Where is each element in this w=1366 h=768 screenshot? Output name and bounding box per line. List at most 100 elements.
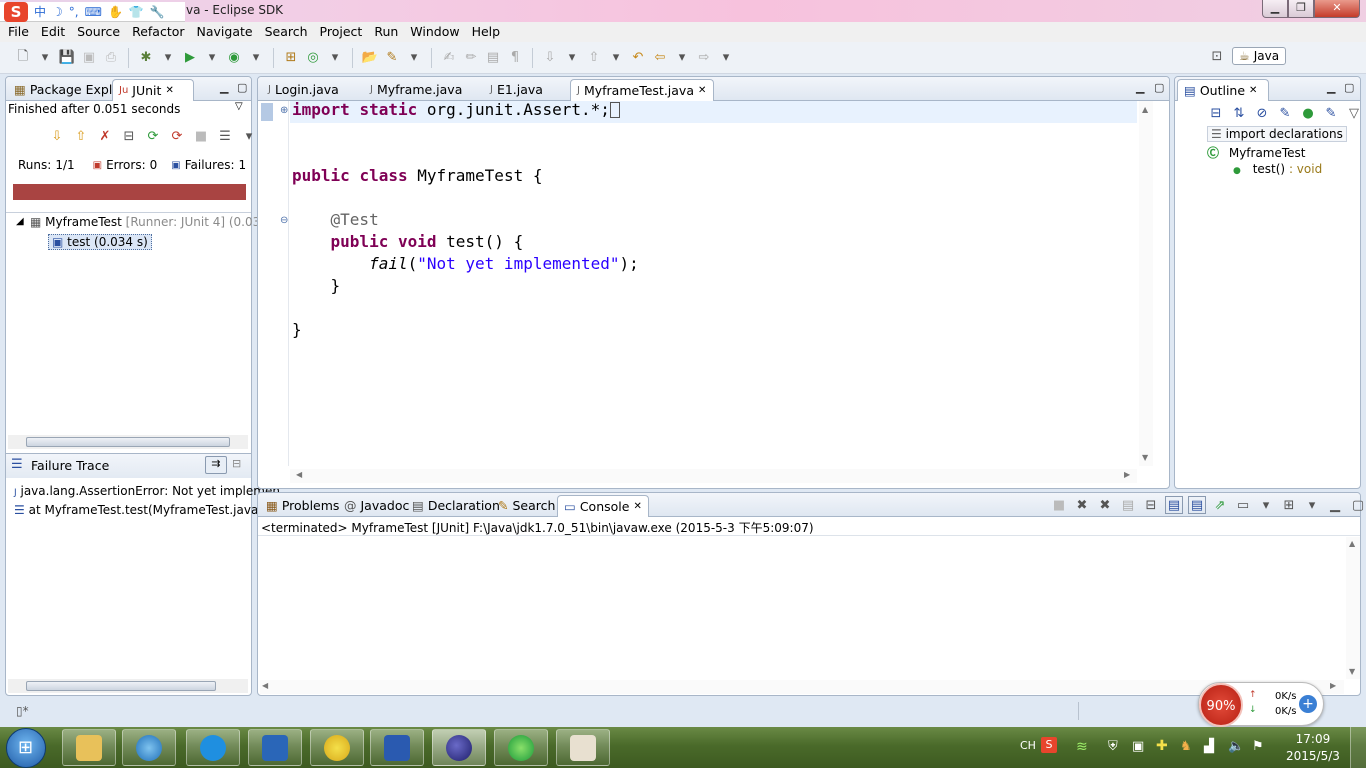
dropdown-icon[interactable]: ▾ (673, 49, 691, 67)
wrench-icon[interactable]: 🔧 (150, 5, 165, 19)
taskbar-word[interactable] (370, 729, 424, 766)
hide-fields-icon[interactable]: ⊘ (1253, 104, 1271, 122)
horizontal-scrollbar[interactable] (8, 679, 248, 693)
network-monitor-widget[interactable]: 90% ↑ ↓ 0K/s 0K/s + (1198, 682, 1324, 727)
dropdown-icon[interactable]: ▾ (717, 49, 735, 67)
forward-icon[interactable]: ⇨ (695, 49, 713, 67)
minimize-editor-icon[interactable]: ▁ (1136, 81, 1144, 94)
dropdown-icon[interactable]: ▾ (563, 49, 581, 67)
maximize-editor-icon[interactable]: ▢ (1154, 81, 1164, 94)
trace-line-exception[interactable]: J java.lang.AssertionError: Not yet impl… (14, 484, 280, 498)
ime-toolbar[interactable]: S 中 ☽ °, ⌨ ✋ 👕 🔧 (0, 1, 185, 22)
scroll-thumb[interactable] (26, 681, 216, 691)
annotation-icon[interactable]: ✍ (440, 49, 458, 67)
tab-javadoc[interactable]: @ Javadoc (338, 495, 409, 517)
show-stdout-icon[interactable]: ▤ (1165, 496, 1183, 514)
maximize-button[interactable]: ❐ (1288, 0, 1314, 18)
dropdown-icon[interactable]: ▾ (405, 49, 423, 67)
print-icon[interactable]: ⎙ (102, 49, 120, 67)
show-failures-only-icon[interactable]: ✗ (96, 127, 114, 145)
sogou-icon[interactable]: S (4, 1, 28, 22)
ime-lang[interactable]: 中 (34, 3, 46, 20)
search-icon[interactable]: ✎ (383, 49, 401, 67)
close-tab-icon[interactable]: ✕ (633, 497, 641, 517)
collapse-all-icon[interactable]: ⊟ (1207, 104, 1225, 122)
close-tab-icon[interactable]: ✕ (165, 81, 173, 101)
language-indicator[interactable]: CH (1020, 739, 1036, 752)
remove-launch-icon[interactable]: ✖ (1073, 496, 1091, 514)
next-annotation-icon[interactable]: ⇩ (541, 49, 559, 67)
tab-outline[interactable]: ▤ Outline ✕ (1177, 79, 1269, 101)
sort-icon[interactable]: ⇅ (1230, 104, 1248, 122)
compare-icon[interactable]: ⊟ (232, 457, 241, 470)
prev-failure-icon[interactable]: ⇧ (72, 127, 90, 145)
vertical-scrollbar[interactable]: ▲ ▼ (1139, 101, 1153, 466)
sogou-tray-icon[interactable]: S (1041, 737, 1057, 753)
stop-icon[interactable]: ■ (192, 127, 210, 145)
new-package-icon[interactable]: ⊞ (282, 49, 300, 67)
java-perspective-button[interactable]: ☕ Java (1232, 47, 1287, 65)
horizontal-scrollbar[interactable]: ◀ ▶ (290, 469, 1137, 483)
tab-package-explorer[interactable]: ▦ Package Explor (8, 79, 125, 101)
scroll-up-icon[interactable]: ▲ (1142, 105, 1148, 114)
shield-icon[interactable]: ⛨ (1108, 739, 1118, 754)
trace-line-frame[interactable]: ☰ at MyframeTest.test(MyframeTest.java:1… (14, 503, 278, 517)
moon-icon[interactable]: ☽ (52, 5, 63, 19)
signal-icon[interactable]: ▟ (1204, 739, 1214, 754)
flag-icon[interactable]: ⚑ (1252, 739, 1264, 754)
tree-root-row[interactable]: ▦ MyframeTest [Runner: JUnit 4] (0.034 s (30, 215, 278, 229)
terminate-icon[interactable]: ■ (1050, 496, 1068, 514)
vertical-scrollbar[interactable]: ▲ ▼ (1346, 537, 1360, 679)
tree-child-row[interactable]: ▣ test (0.034 s) (48, 234, 152, 250)
next-failure-icon[interactable]: ⇩ (48, 127, 66, 145)
tab-console[interactable]: ▭ Console ✕ (557, 495, 649, 517)
plus-icon[interactable]: + (1299, 695, 1317, 713)
tab-junit[interactable]: Ju JUnit ✕ (112, 79, 194, 101)
scroll-lock-icon[interactable]: ⊟ (1142, 496, 1160, 514)
start-button[interactable]: ⊞ (6, 728, 46, 768)
hide-nonpublic-icon[interactable]: ● (1299, 104, 1317, 122)
mark-icon[interactable]: ✏ (462, 49, 480, 67)
save-all-icon[interactable]: ▣ (80, 49, 98, 67)
run-icon[interactable]: ▶ (181, 49, 199, 67)
scroll-down-icon[interactable]: ▼ (1349, 667, 1355, 676)
scroll-left-icon[interactable]: ◀ (262, 681, 268, 690)
menu-file[interactable]: File (2, 22, 35, 42)
show-desktop-button[interactable] (1350, 727, 1366, 768)
paragraph-icon[interactable]: ¶ (506, 49, 524, 67)
keyboard-icon[interactable]: ⌨ (85, 5, 102, 19)
scroll-up-icon[interactable]: ▲ (1349, 539, 1355, 548)
horizontal-scrollbar[interactable] (8, 435, 248, 449)
qq-icon[interactable]: ♞ (1180, 739, 1192, 754)
horizontal-scrollbar[interactable]: ◀ ▶ (260, 680, 1344, 694)
dropdown-icon[interactable]: ▾ (326, 49, 344, 67)
add-icon[interactable]: ✚ (1156, 738, 1168, 754)
minimize-view-icon[interactable]: ▁ (220, 81, 228, 94)
dropdown-icon[interactable]: ▾ (159, 49, 177, 67)
taskbar-film[interactable] (248, 729, 302, 766)
tab-e1-java[interactable]: J E1.java (484, 79, 570, 101)
debug-icon[interactable]: ✱ (137, 49, 155, 67)
taskbar-browser[interactable] (494, 729, 548, 766)
hide-static-icon[interactable]: ✎ (1276, 104, 1294, 122)
new-icon[interactable]: 🗋 (14, 49, 32, 67)
wifi-icon[interactable]: ≋ (1076, 739, 1088, 755)
back-icon[interactable]: ⇦ (651, 49, 669, 67)
coverage-icon[interactable]: ◉ (225, 49, 243, 67)
maximize-view-icon[interactable]: ▢ (1344, 81, 1354, 94)
clear-console-icon[interactable]: ▤ (1119, 496, 1137, 514)
close-tab-icon[interactable]: ✕ (698, 81, 706, 101)
hand-icon[interactable]: ✋ (108, 5, 123, 19)
dropdown-icon[interactable]: ▾ (1303, 496, 1321, 514)
dropdown-icon[interactable]: ▾ (36, 49, 54, 67)
block-icon[interactable]: ▤ (484, 49, 502, 67)
scroll-right-icon[interactable]: ▶ (1330, 681, 1336, 690)
taskbar-360[interactable] (310, 729, 364, 766)
volume-icon[interactable]: 🔈 (1228, 739, 1244, 754)
pin-console-icon[interactable]: ⇗ (1211, 496, 1229, 514)
maximize-view-icon[interactable]: ▢ (1349, 496, 1366, 514)
show-stderr-icon[interactable]: ▤ (1188, 496, 1206, 514)
scroll-thumb[interactable] (26, 437, 230, 447)
taskbar-eclipse[interactable] (432, 729, 486, 766)
open-console-icon[interactable]: ⊞ (1280, 496, 1298, 514)
